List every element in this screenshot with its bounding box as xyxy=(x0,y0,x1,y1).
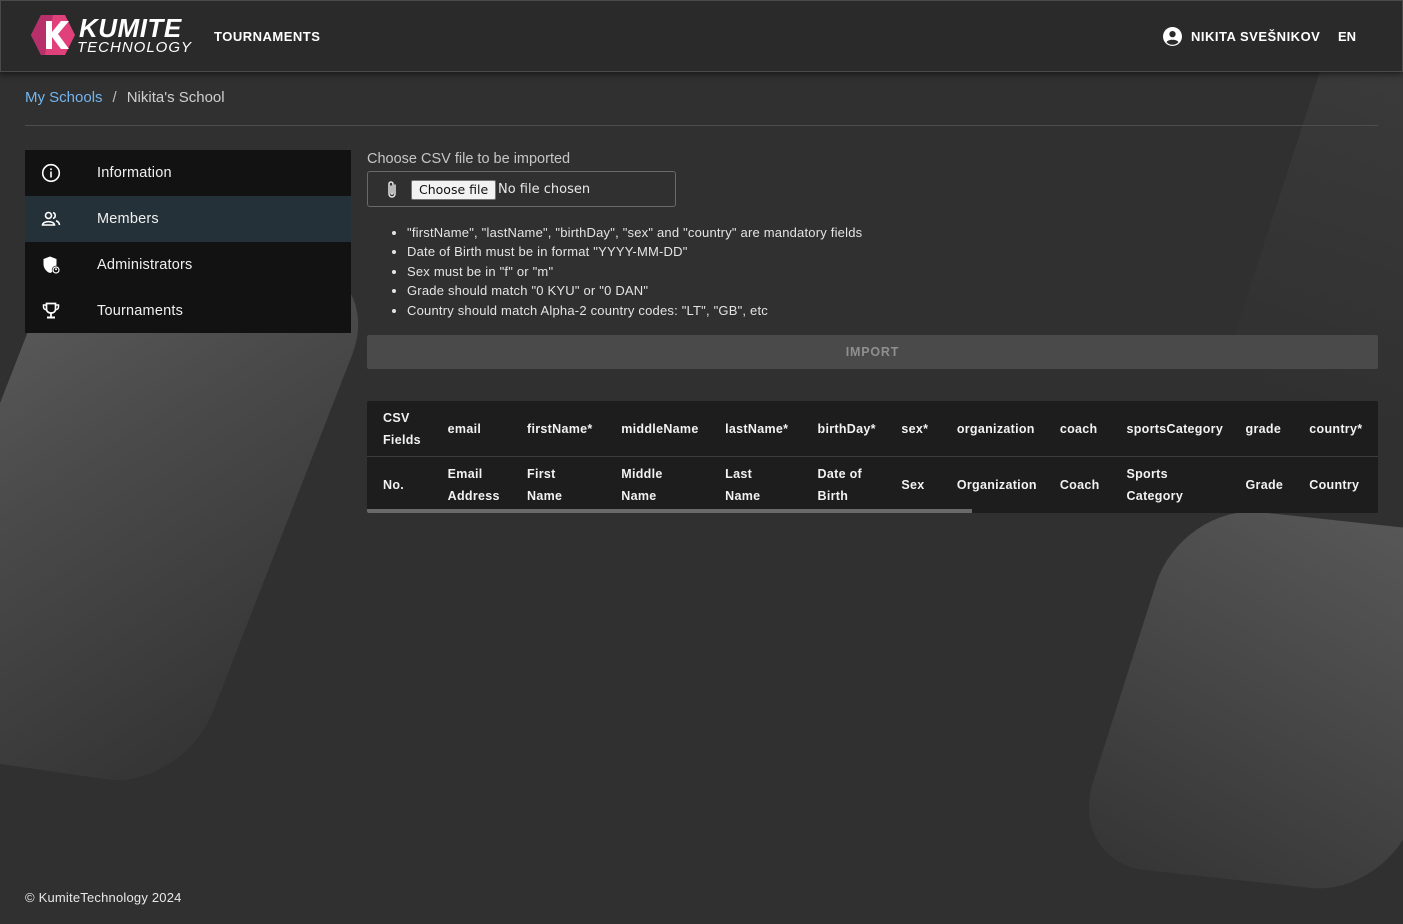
sidebar-item-members[interactable]: Members xyxy=(25,196,351,242)
csv-file-input[interactable]: Choose file No file chosen xyxy=(367,171,676,207)
table-cell: lastName* xyxy=(725,401,818,457)
table-header-cell: CSV Fields xyxy=(367,401,448,457)
info-icon xyxy=(41,163,61,183)
csv-file-label: Choose CSV file to be imported xyxy=(367,151,571,167)
table-cell: sportsCategory xyxy=(1126,401,1246,457)
language-selector[interactable]: EN xyxy=(1338,29,1356,44)
breadcrumb-separator: / xyxy=(112,89,117,106)
table-cell: organization xyxy=(956,401,1060,457)
account-circle-icon xyxy=(1163,27,1182,46)
table-cell: Coach xyxy=(1059,477,1100,492)
members-import-panel: Choose CSV file to be imported Choose fi… xyxy=(367,150,1378,513)
paperclip-icon xyxy=(388,181,396,198)
rule-item: Country should match Alpha-2 country cod… xyxy=(407,301,862,320)
background-shape xyxy=(1067,503,1403,897)
kumite-logo[interactable]: KUMITE TECHNOLOGY xyxy=(31,13,191,59)
table-cell: Sex xyxy=(901,477,925,492)
table-cell: country* xyxy=(1309,401,1378,457)
table-cell: First Name xyxy=(527,466,563,503)
table-horizontal-scrollbar[interactable] xyxy=(367,509,972,513)
table-cell: firstName* xyxy=(527,401,622,457)
background-shape xyxy=(1218,40,1403,440)
sidebar-item-information[interactable]: Information xyxy=(25,150,351,196)
user-menu[interactable]: NIKITA SVEŠNIKOV xyxy=(1163,27,1320,46)
table-cell: Country xyxy=(1309,477,1360,492)
table-cell: Sports Category xyxy=(1126,466,1184,503)
table-cell: Grade xyxy=(1245,477,1284,492)
breadcrumb-current: Nikita's School xyxy=(126,89,225,106)
sidebar-item-administrators[interactable]: Administrators xyxy=(25,242,351,288)
choose-file-button[interactable]: Choose file xyxy=(411,180,497,200)
footer-copyright: © KumiteTechnology 2024 xyxy=(25,890,182,905)
breadcrumb-my-schools-link[interactable]: My Schools xyxy=(25,89,103,106)
import-button[interactable]: IMPORT xyxy=(367,335,1378,369)
rule-item: Sex must be in "f" or "m" xyxy=(407,262,862,281)
divider xyxy=(25,125,1378,126)
user-name: NIKITA SVEŠNIKOV xyxy=(1191,29,1321,44)
import-rules-list: "firstName", "lastName", "birthDay", "se… xyxy=(367,223,862,320)
logo-word-technology: TECHNOLOGY xyxy=(77,39,193,56)
sidebar-item-label: Members xyxy=(97,211,159,227)
nav-tournaments-link[interactable]: TOURNAMENTS xyxy=(214,29,320,44)
sidebar-item-label: Information xyxy=(97,165,172,181)
rule-item: Date of Birth must be in format "YYYY-MM… xyxy=(407,242,862,261)
csv-fields-row: CSV Fields email firstName* middleName l… xyxy=(367,401,1378,457)
table-cell: middleName xyxy=(621,401,726,457)
display-fields-row: No. Email Address First Name Middle Name… xyxy=(367,457,1378,513)
rule-item: "firstName", "lastName", "birthDay", "se… xyxy=(407,223,862,242)
table-cell: birthDay* xyxy=(817,401,902,457)
table-cell: grade xyxy=(1245,401,1310,457)
field-mapping-table: CSV Fields email firstName* middleName l… xyxy=(367,401,1378,513)
sidebar-item-tournaments[interactable]: Tournaments xyxy=(25,288,351,334)
logo-mark-icon xyxy=(31,15,75,55)
sidebar-item-label: Tournaments xyxy=(97,303,184,319)
school-sidebar: Information Members Administrators Tourn… xyxy=(25,150,351,333)
rule-item: Grade should match "0 KYU" or "0 DAN" xyxy=(407,281,862,300)
table-cell: sex* xyxy=(901,401,957,457)
breadcrumb: My Schools / Nikita's School xyxy=(25,89,225,106)
table-cell: coach xyxy=(1059,401,1127,457)
top-app-bar: KUMITE TECHNOLOGY TOURNAMENTS NIKITA SVE… xyxy=(0,0,1403,72)
members-icon xyxy=(41,211,61,226)
sidebar-item-label: Administrators xyxy=(97,257,193,273)
table-header-cell: No. xyxy=(383,477,405,492)
table-cell: Middle Name xyxy=(621,466,663,503)
table-cell: Organization xyxy=(956,477,1037,492)
table-cell: Date of Birth xyxy=(817,466,862,503)
table-cell: Email Address xyxy=(447,466,500,503)
table-cell: Last Name xyxy=(725,466,761,503)
trophy-icon xyxy=(42,302,60,319)
admin-shield-icon xyxy=(43,256,61,275)
file-status-text: No file chosen xyxy=(498,182,591,197)
table-cell: email xyxy=(447,401,528,457)
